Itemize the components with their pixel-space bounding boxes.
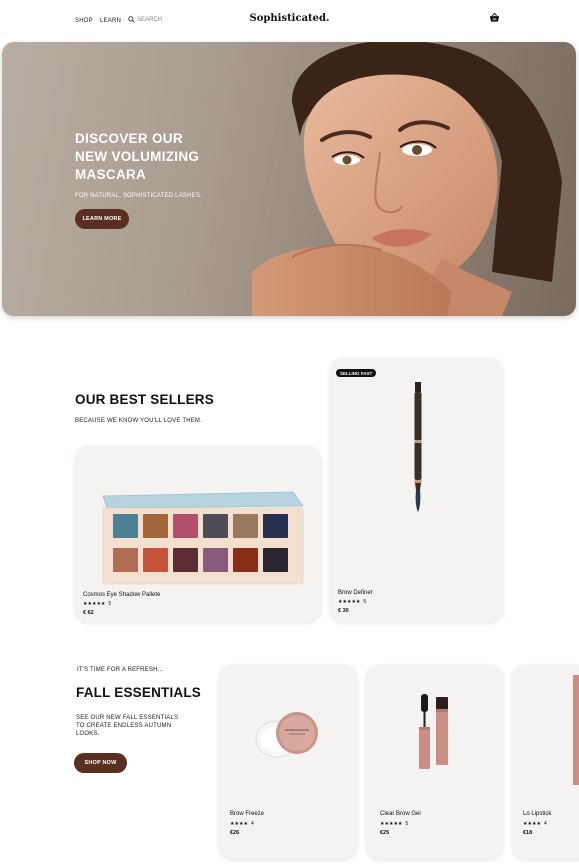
eyeshadow-swatch [203, 548, 228, 572]
eyeshadow-swatch [113, 514, 138, 538]
eyeshadow-swatch [233, 514, 258, 538]
learn-more-button[interactable]: LEARN MORE [75, 209, 129, 229]
rating-value: 4 [250, 821, 254, 827]
product-card-clear-brow-gel[interactable]: Clear Brow Gel ★★★★★ 5 €25 [366, 665, 503, 859]
fall-description-line-3: LOOKS. [76, 731, 100, 737]
product-rating: ★★★★★ 5 [380, 821, 408, 827]
eyeshadow-swatch [143, 548, 168, 572]
eyeshadow-swatch [143, 514, 168, 538]
product-name: Brow Freeze [230, 811, 265, 817]
hero-title-line-2: NEW VOLUMIZING [75, 149, 200, 164]
product-rating: ★★★★ 4 [230, 821, 254, 827]
eyeshadow-swatch [173, 548, 198, 572]
product-card-lipstick[interactable]: Lo Lipstick ★★★★ 4 €18 [512, 665, 579, 859]
fall-description-line-2: TO CREATE ENDLESS AUTUMN [76, 723, 172, 729]
best-sellers-title: OUR BEST SELLERS [75, 392, 214, 407]
hero-title-line-3: MASCARA [75, 167, 147, 182]
product-name: Cosmos Eye Shadow Pallete [83, 592, 161, 598]
brow-gel-image [419, 694, 448, 769]
product-price: €18 [523, 830, 533, 836]
hero-model-image [252, 42, 562, 316]
product-rating: ★★★★ 4 [523, 821, 547, 827]
rating-value: 5 [405, 821, 409, 827]
product-price: € 62 [83, 610, 94, 616]
eyeshadow-swatch [113, 548, 138, 572]
eyeshadow-swatch [263, 548, 288, 572]
best-sellers-subtitle: BECAUSE WE KNOW YOU'LL LOVE THEM. [75, 418, 202, 424]
hero-title-line-1: DISCOVER OUR [75, 131, 183, 146]
fall-title: FALL ESSENTIALS [76, 685, 202, 700]
product-card-brow-freeze[interactable]: Brow Freeze ★★★★ 4 €26 [219, 665, 357, 859]
lipstick-image [573, 675, 579, 785]
fall-eyebrow: IT'S TIME FOR A REFRESH... [77, 667, 164, 673]
product-name: Lo Lipstick [523, 811, 552, 817]
product-card-brow-definer[interactable]: SELLING FAST Brow Definer ★★★★★ 5 € 30 [330, 358, 503, 622]
brow-freeze-image [255, 712, 318, 758]
rating-stars-icon: ★★★★★ [380, 821, 403, 827]
brow-definer-image [414, 382, 422, 512]
rating-stars-icon: ★★★★ [230, 821, 248, 827]
eyeshadow-swatch [173, 514, 198, 538]
eyeshadow-swatch [233, 548, 258, 572]
product-rating: ★★★★★ 5 [338, 599, 366, 605]
hero-title: DISCOVER OUR NEW VOLUMIZING MASCARA [75, 130, 235, 184]
product-price: € 30 [338, 608, 349, 614]
rating-value: 5 [363, 599, 367, 605]
product-price: €26 [230, 830, 240, 836]
product-card-eyeshadow[interactable]: Cosmos Eye Shadow Pallete ★★★★★ 5 € 62 [75, 446, 321, 622]
selling-fast-badge: SELLING FAST [336, 369, 377, 377]
shop-now-button[interactable]: SHOP NOW [74, 753, 127, 773]
eyeshadow-swatch [203, 514, 228, 538]
rating-stars-icon: ★★★★★ [83, 601, 106, 607]
product-price: €25 [380, 830, 390, 836]
rating-value: 5 [108, 601, 112, 607]
product-rating: ★★★★★ 5 [83, 601, 111, 607]
hero-banner: DISCOVER OUR NEW VOLUMIZING MASCARA FOR … [2, 42, 576, 316]
product-name: Clear Brow Gel [380, 811, 421, 817]
hero-subtitle: FOR NATURAL, SOPHISTICATED LASHES. [75, 193, 202, 199]
eyeshadow-swatch [263, 514, 288, 538]
basket-icon[interactable] [489, 12, 500, 23]
top-nav: SHOP LEARN SEARCH Sophisticated. [0, 0, 579, 40]
eyeshadow-palette-image [102, 491, 304, 585]
fall-description-line-1: SEE OUR NEW FALL ESSENTIALS [76, 715, 179, 721]
product-name: Brow Definer [338, 590, 373, 596]
fall-description: SEE OUR NEW FALL ESSENTIALS TO CREATE EN… [76, 714, 178, 738]
rating-stars-icon: ★★★★★ [338, 599, 361, 605]
rating-value: 4 [543, 821, 547, 827]
rating-stars-icon: ★★★★ [523, 821, 541, 827]
